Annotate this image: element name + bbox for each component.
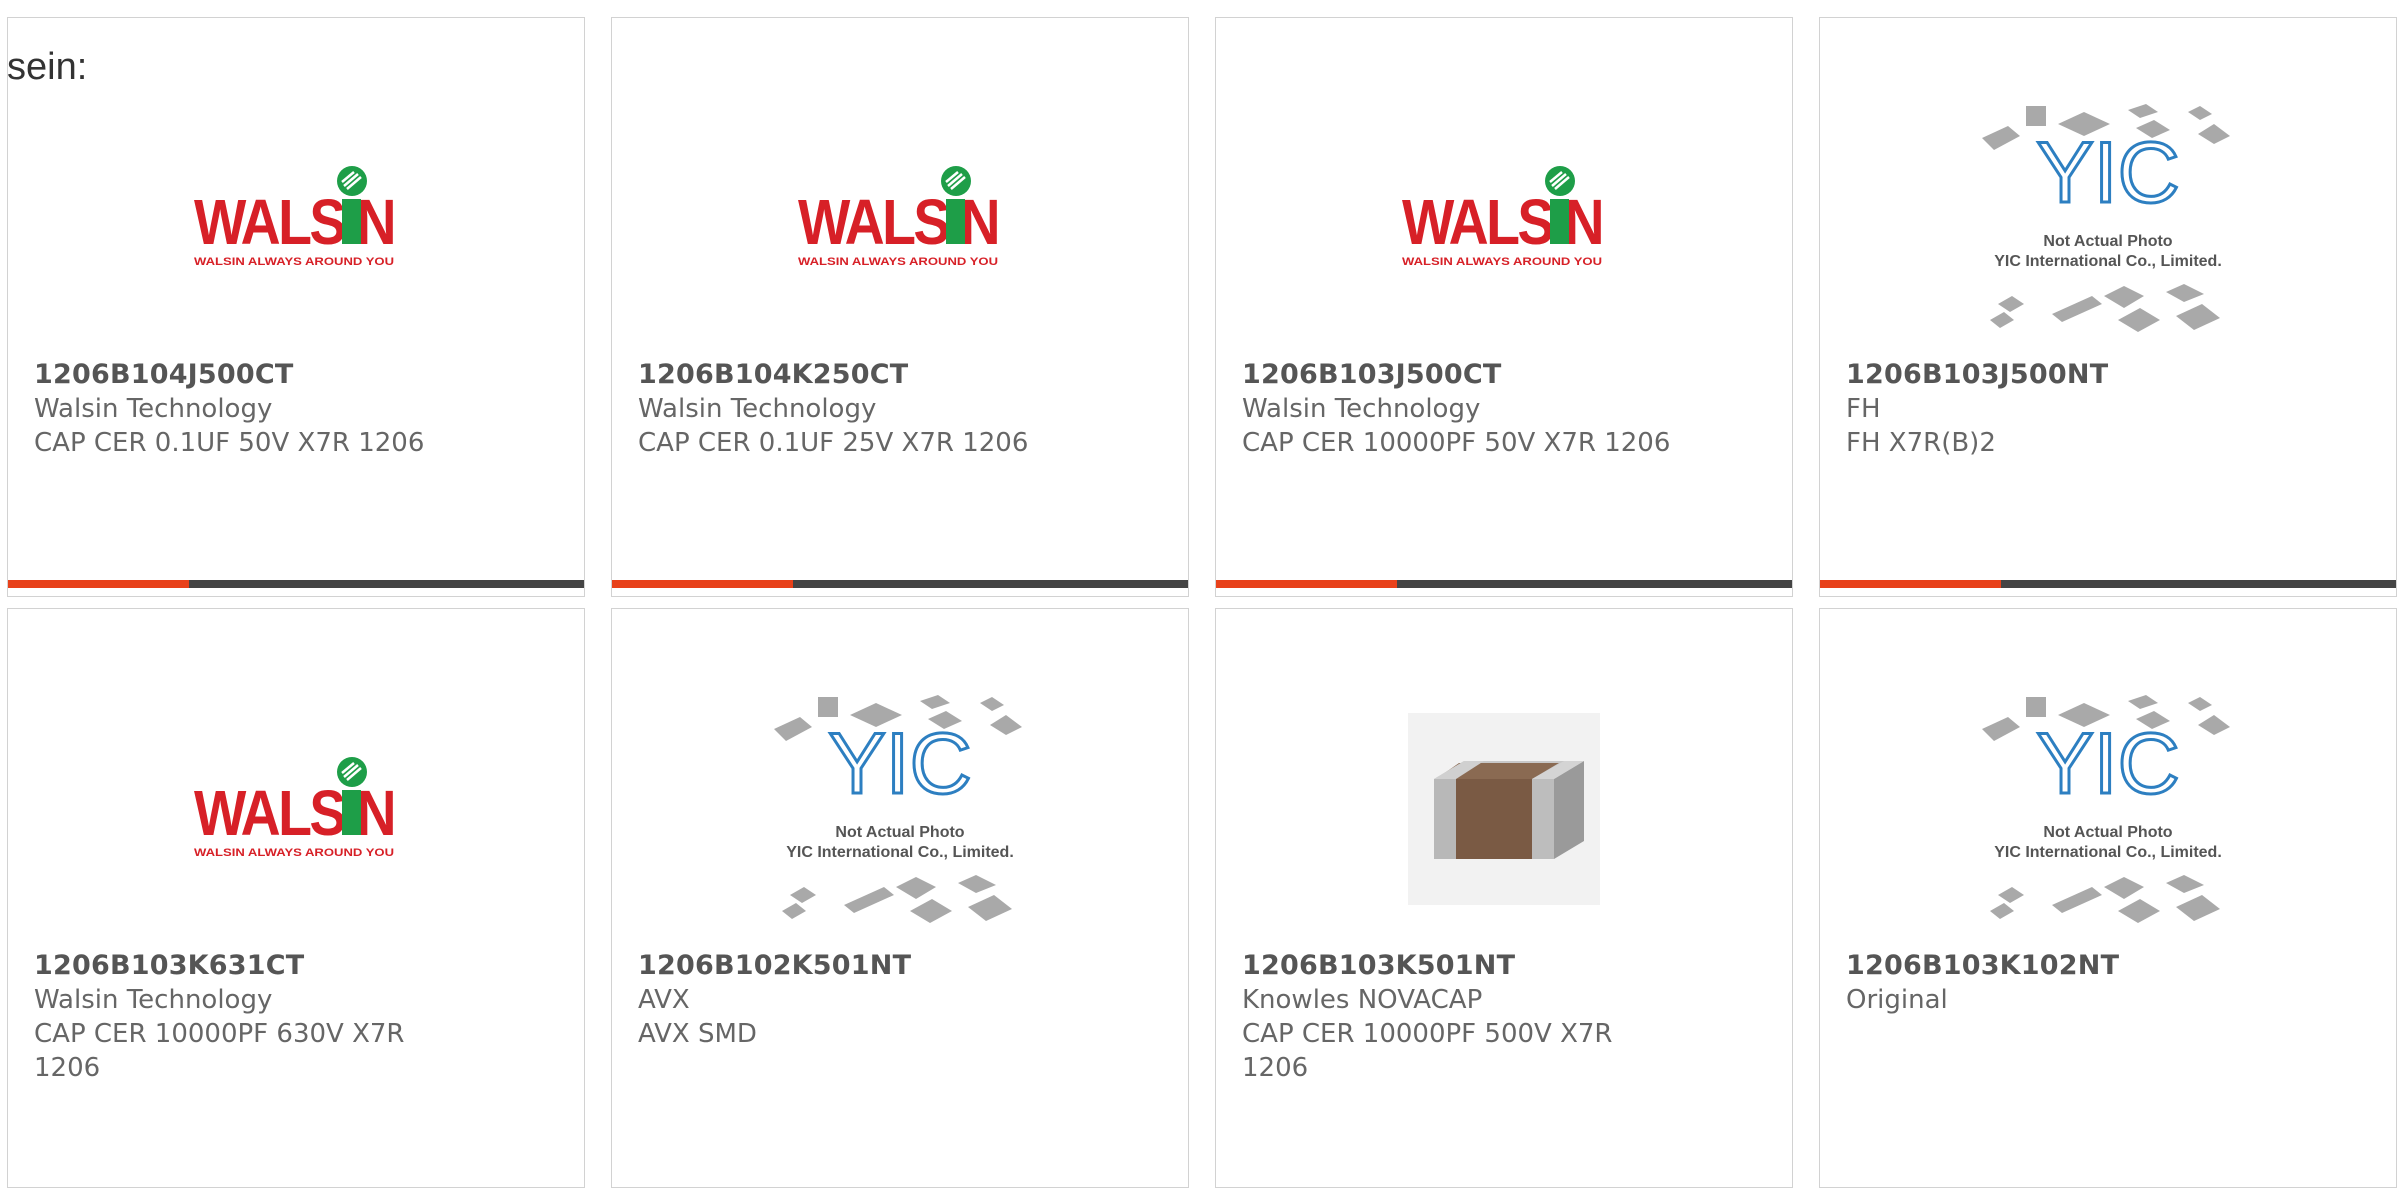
manufacturer-text: AVX <box>638 985 690 1015</box>
walsin-logo-icon: WALSIN WALSIN ALWAYS AROUND YOU <box>798 166 1001 268</box>
product-card[interactable]: 1206B103K501NT Knowles NOVACAP CAP CER 1… <box>1215 608 1793 1188</box>
product-image[interactable]: WALSIN WALSIN ALWAYS AROUND YOU <box>8 659 584 959</box>
walsin-logo-icon: WALSIN WALSIN ALWAYS AROUND YOU <box>1402 166 1605 268</box>
description-text-line-2: 1206 <box>34 1053 101 1083</box>
product-image[interactable]: WALSIN WALSIN ALWAYS AROUND YOU <box>1216 68 1792 368</box>
svg-text:WALSIN ALWAYS AROUND YOU: WALSIN ALWAYS AROUND YOU <box>1402 256 1602 268</box>
part-number-link[interactable]: 1206B104K250CT <box>638 358 1162 392</box>
svg-text:WALSIN: WALSIN <box>798 186 998 258</box>
svg-text:YIC: YIC <box>828 716 971 812</box>
description-text: CAP CER 10000PF 500V X7R <box>1242 1019 1613 1049</box>
svg-text:YIC: YIC <box>2036 716 2179 812</box>
description-text: AVX SMD <box>638 1019 757 1049</box>
product-card[interactable]: YIC Not Actual Photo YIC International C… <box>1819 608 2397 1188</box>
description-text-line-2: 1206 <box>1242 1053 1309 1083</box>
svg-text:Not Actual Photo: Not Actual Photo <box>2043 233 2172 250</box>
intro-text: sein: <box>7 46 88 88</box>
product-card[interactable]: WALSIN WALSIN ALWAYS AROUND YOU 1206B103… <box>7 608 585 1188</box>
yic-placeholder-icon: YIC Not Actual Photo YIC International C… <box>1982 104 2230 332</box>
part-number-link[interactable]: 1206B103K102NT <box>1846 949 2370 983</box>
svg-text:YIC International Co., Limited: YIC International Co., Limited. <box>786 844 1014 861</box>
part-number-link[interactable]: 1206B104J500CT <box>34 358 558 392</box>
description-text: CAP CER 0.1UF 25V X7R 1206 <box>638 428 1029 458</box>
description-text: FH X7R(B)2 <box>1846 428 1996 458</box>
manufacturer-text: Walsin Technology <box>1242 394 1481 424</box>
manufacturer-text: Knowles NOVACAP <box>1242 985 1483 1015</box>
part-number-link[interactable]: 1206B102K501NT <box>638 949 1162 983</box>
yic-placeholder-icon: YIC Not Actual Photo YIC International C… <box>774 695 1022 923</box>
product-card[interactable]: WALSIN WALSIN ALWAYS AROUND YOU 1206B103… <box>1215 17 1793 597</box>
svg-text:YIC International Co., Limited: YIC International Co., Limited. <box>1994 253 2222 270</box>
part-number-link[interactable]: 1206B103K501NT <box>1242 949 1766 983</box>
card-bottom-bar <box>8 580 584 588</box>
manufacturer-text: Walsin Technology <box>34 394 273 424</box>
svg-text:WALSIN: WALSIN <box>194 777 394 849</box>
description-text: CAP CER 10000PF 630V X7R <box>34 1019 405 1049</box>
product-card[interactable]: WALSIN WALSIN ALWAYS AROUND YOU 1206B104… <box>611 17 1189 597</box>
svg-text:WALSIN ALWAYS AROUND YOU: WALSIN ALWAYS AROUND YOU <box>194 256 394 268</box>
manufacturer-text: Walsin Technology <box>34 985 273 1015</box>
manufacturer-text: Original <box>1846 985 1948 1015</box>
description-text: CAP CER 0.1UF 50V X7R 1206 <box>34 428 425 458</box>
part-number-link[interactable]: 1206B103K631CT <box>34 949 558 983</box>
svg-text:YIC International Co., Limited: YIC International Co., Limited. <box>1994 844 2222 861</box>
svg-text:Not Actual Photo: Not Actual Photo <box>835 824 964 841</box>
product-card[interactable]: WALSIN WALSIN ALWAYS AROUND YOU 1206B104… <box>7 17 585 597</box>
svg-text:WALSIN: WALSIN <box>194 186 394 258</box>
product-image[interactable]: WALSIN WALSIN ALWAYS AROUND YOU <box>612 68 1188 368</box>
card-bottom-bar <box>612 580 1188 588</box>
svg-text:Not Actual Photo: Not Actual Photo <box>2043 824 2172 841</box>
yic-placeholder-icon: YIC Not Actual Photo YIC International C… <box>1982 695 2230 923</box>
manufacturer-text: FH <box>1846 394 1881 424</box>
product-image[interactable] <box>1216 659 1792 959</box>
manufacturer-text: Walsin Technology <box>638 394 877 424</box>
part-number-link[interactable]: 1206B103J500NT <box>1846 358 2370 392</box>
card-bottom-bar <box>1216 580 1792 588</box>
part-number-link[interactable]: 1206B103J500CT <box>1242 358 1766 392</box>
product-grid: WALSIN WALSIN ALWAYS AROUND YOU 1206B104… <box>0 0 2400 1188</box>
walsin-logo-icon: WALSIN WALSIN ALWAYS AROUND YOU <box>194 757 397 859</box>
product-card[interactable]: YIC Not Actual Photo YIC International C… <box>1819 17 2397 597</box>
svg-text:WALSIN ALWAYS AROUND YOU: WALSIN ALWAYS AROUND YOU <box>194 847 394 859</box>
product-card[interactable]: YIC Not Actual Photo YIC International C… <box>611 608 1189 1188</box>
product-image[interactable]: YIC Not Actual Photo YIC International C… <box>1820 659 2396 959</box>
svg-text:WALSIN ALWAYS AROUND YOU: WALSIN ALWAYS AROUND YOU <box>798 256 998 268</box>
card-bottom-bar <box>1820 580 2396 588</box>
svg-text:WALSIN: WALSIN <box>1402 186 1602 258</box>
product-image[interactable]: WALSIN WALSIN ALWAYS AROUND YOU <box>8 68 584 368</box>
product-image[interactable]: YIC Not Actual Photo YIC International C… <box>1820 68 2396 368</box>
capacitor-chip-icon <box>1408 713 1600 905</box>
walsin-logo-icon: WALSIN WALSIN ALWAYS AROUND YOU <box>194 166 397 268</box>
product-image[interactable]: YIC Not Actual Photo YIC International C… <box>612 659 1188 959</box>
svg-text:YIC: YIC <box>2036 125 2179 221</box>
description-text: CAP CER 10000PF 50V X7R 1206 <box>1242 428 1671 458</box>
